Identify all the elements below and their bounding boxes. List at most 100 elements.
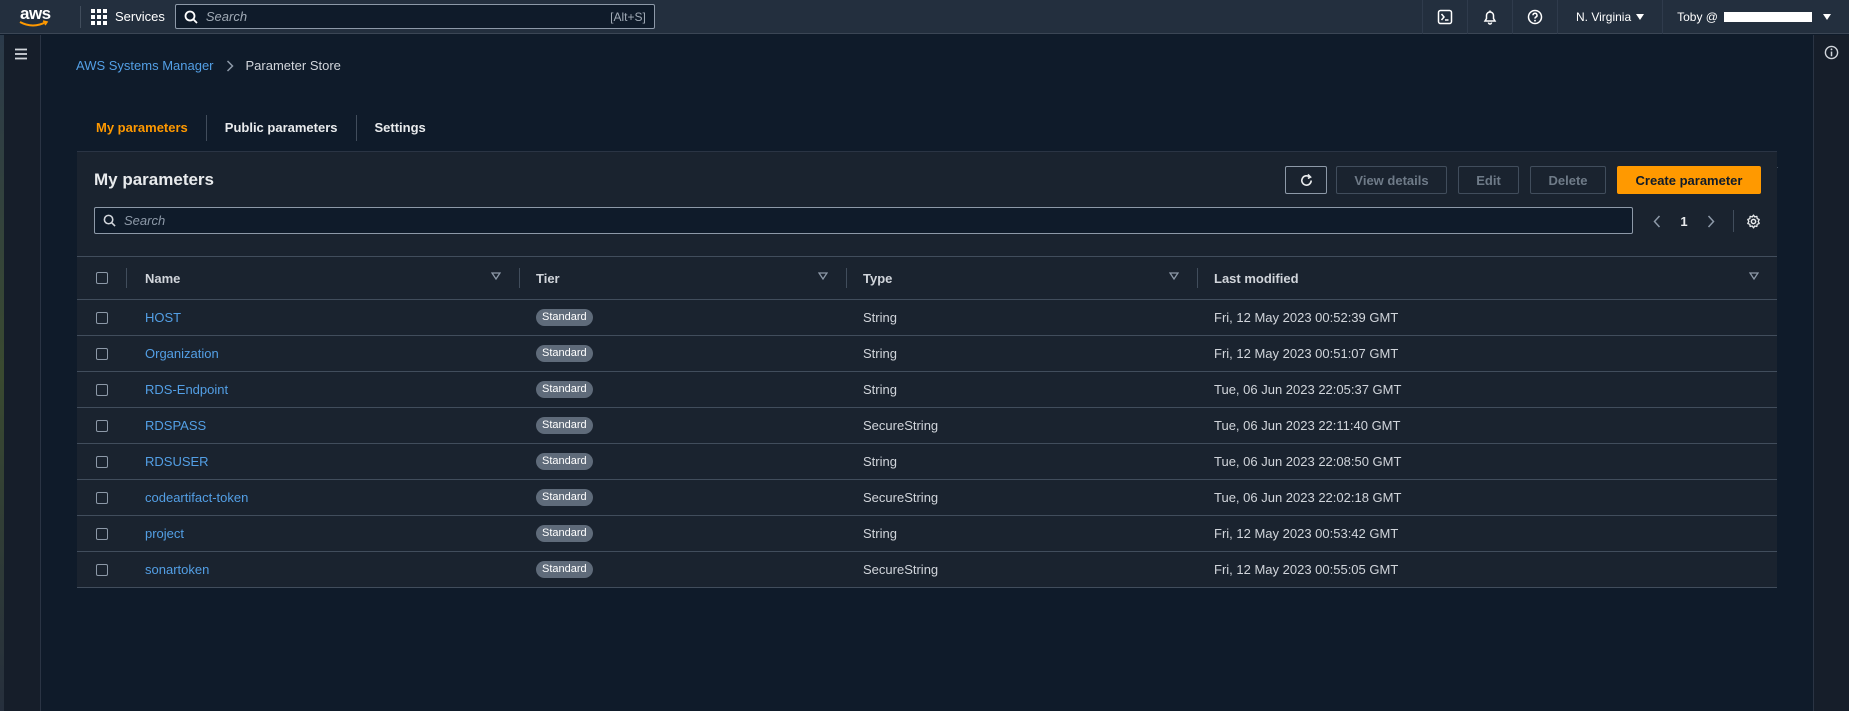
main-content: AWS Systems Manager Parameter Store My p… [42, 35, 1813, 711]
row-checkbox[interactable] [95, 527, 108, 540]
breadcrumb-current: Parameter Store [245, 58, 341, 73]
column-header-name-label: Name [145, 270, 181, 286]
parameter-name-link[interactable]: sonartoken [145, 562, 209, 577]
gear-icon [1747, 213, 1760, 229]
next-page-button[interactable] [1699, 214, 1723, 228]
column-header-tier[interactable]: Tier [519, 256, 846, 300]
row-checkbox[interactable] [95, 311, 108, 324]
hamburger-icon [15, 48, 27, 60]
filter-search[interactable] [94, 207, 1633, 234]
parameter-name-link[interactable]: RDS-Endpoint [145, 382, 228, 397]
global-search-input[interactable] [205, 9, 611, 24]
parameter-name-link[interactable]: project [145, 526, 184, 541]
open-navigation-button[interactable] [14, 47, 28, 63]
refresh-button[interactable] [1285, 166, 1327, 194]
create-parameter-button[interactable]: Create parameter [1617, 166, 1761, 194]
account-menu[interactable]: Toby @ [1662, 0, 1849, 34]
chevron-left-icon [1653, 214, 1661, 228]
parameter-type: String [863, 346, 897, 361]
info-panel-button[interactable] [1824, 45, 1839, 63]
filter-search-input[interactable] [124, 213, 1624, 228]
table-row[interactable]: Organization Standard String Fri, 12 May… [77, 336, 1777, 372]
sort-icon[interactable] [1169, 272, 1179, 280]
left-navigation-rail [0, 35, 41, 711]
region-label: N. Virginia [1575, 9, 1632, 24]
previous-page-button[interactable] [1645, 214, 1669, 228]
aws-logo[interactable]: aws [18, 0, 70, 34]
region-selector[interactable]: N. Virginia [1556, 0, 1662, 34]
table-row[interactable]: HOST Standard String Fri, 12 May 2023 00… [77, 300, 1777, 336]
parameter-type: String [863, 310, 897, 325]
help-button[interactable] [1511, 0, 1557, 34]
table-row[interactable]: sonartoken Standard SecureString Fri, 12… [77, 552, 1777, 588]
help-icon [1527, 9, 1543, 24]
tier-badge: Standard [536, 525, 593, 542]
breadcrumb-link-systems-manager[interactable]: AWS Systems Manager [76, 58, 214, 73]
account-label: Toby @ [1677, 9, 1718, 24]
redacted-account-id [1724, 11, 1812, 22]
column-header-tier-label: Tier [536, 270, 560, 286]
parameter-name-link[interactable]: codeartifact-token [145, 490, 248, 505]
caret-down-icon [1823, 13, 1831, 20]
sort-icon[interactable] [491, 272, 501, 280]
tier-badge: Standard [536, 489, 593, 506]
tier-badge: Standard [536, 417, 593, 434]
panel-title: My parameters [94, 170, 215, 189]
parameter-type: String [863, 526, 897, 541]
parameter-type: SecureString [863, 562, 939, 577]
global-search[interactable]: [Alt+S] [174, 4, 655, 29]
grid-icon [91, 8, 107, 25]
parameter-type: String [863, 454, 897, 469]
last-modified: Tue, 06 Jun 2023 22:05:37 GMT [1214, 382, 1402, 397]
edit-button[interactable]: Edit [1458, 166, 1519, 194]
tier-badge: Standard [536, 561, 593, 578]
view-details-button[interactable]: View details [1336, 166, 1447, 194]
column-header-type-label: Type [863, 270, 893, 286]
table-row[interactable]: codeartifact-token Standard SecureString… [77, 480, 1777, 516]
breadcrumb: AWS Systems Manager Parameter Store [76, 58, 341, 73]
info-icon [1824, 45, 1839, 60]
column-header-last-modified-label: Last modified [1214, 270, 1299, 286]
column-header-last-modified[interactable]: Last modified [1197, 256, 1777, 300]
caret-down-icon [1636, 13, 1645, 20]
services-menu-button[interactable]: Services [91, 8, 165, 25]
parameter-name-link[interactable]: RDSUSER [145, 454, 209, 469]
table-row[interactable]: RDSUSER Standard String Tue, 06 Jun 2023… [77, 444, 1777, 480]
column-header-type[interactable]: Type [846, 256, 1197, 300]
select-all-checkbox[interactable] [95, 272, 108, 284]
table-row[interactable]: RDS-Endpoint Standard String Tue, 06 Jun… [77, 372, 1777, 408]
background-strip [0, 35, 4, 711]
row-checkbox[interactable] [95, 455, 108, 468]
tier-badge: Standard [536, 381, 593, 398]
delete-button[interactable]: Delete [1530, 166, 1606, 194]
parameter-type: SecureString [863, 490, 939, 505]
row-checkbox[interactable] [95, 563, 108, 576]
bell-icon [1483, 10, 1497, 25]
parameters-table-container: My parameters View details Edit Delete C… [77, 151, 1777, 588]
column-header-name[interactable]: Name [126, 256, 519, 300]
table-preferences-button[interactable] [1746, 213, 1761, 229]
row-checkbox[interactable] [95, 347, 108, 360]
table-row[interactable]: RDSPASS Standard SecureString Tue, 06 Ju… [77, 408, 1777, 444]
page-number[interactable]: 1 [1669, 214, 1699, 229]
row-checkbox[interactable] [95, 383, 108, 396]
parameter-type: SecureString [863, 418, 939, 433]
parameter-name-link[interactable]: HOST [145, 310, 181, 325]
services-label: Services [115, 9, 165, 24]
table-row[interactable]: project Standard String Fri, 12 May 2023… [77, 516, 1777, 552]
row-checkbox[interactable] [95, 491, 108, 504]
notifications-button[interactable] [1466, 0, 1512, 34]
chevron-right-icon [1707, 214, 1715, 228]
search-shortcut-hint: [Alt+S] [610, 9, 646, 24]
parameter-name-link[interactable]: Organization [145, 346, 219, 361]
last-modified: Fri, 12 May 2023 00:52:39 GMT [1214, 310, 1399, 325]
cloudshell-button[interactable] [1421, 0, 1467, 34]
column-divider [1197, 268, 1198, 288]
parameter-name-link[interactable]: RDSPASS [145, 418, 206, 433]
smile-arrow-icon [19, 19, 49, 26]
row-checkbox[interactable] [95, 419, 108, 432]
terminal-icon [1437, 9, 1453, 24]
sort-icon[interactable] [1749, 272, 1759, 280]
search-icon [103, 214, 116, 227]
sort-icon[interactable] [818, 272, 828, 280]
